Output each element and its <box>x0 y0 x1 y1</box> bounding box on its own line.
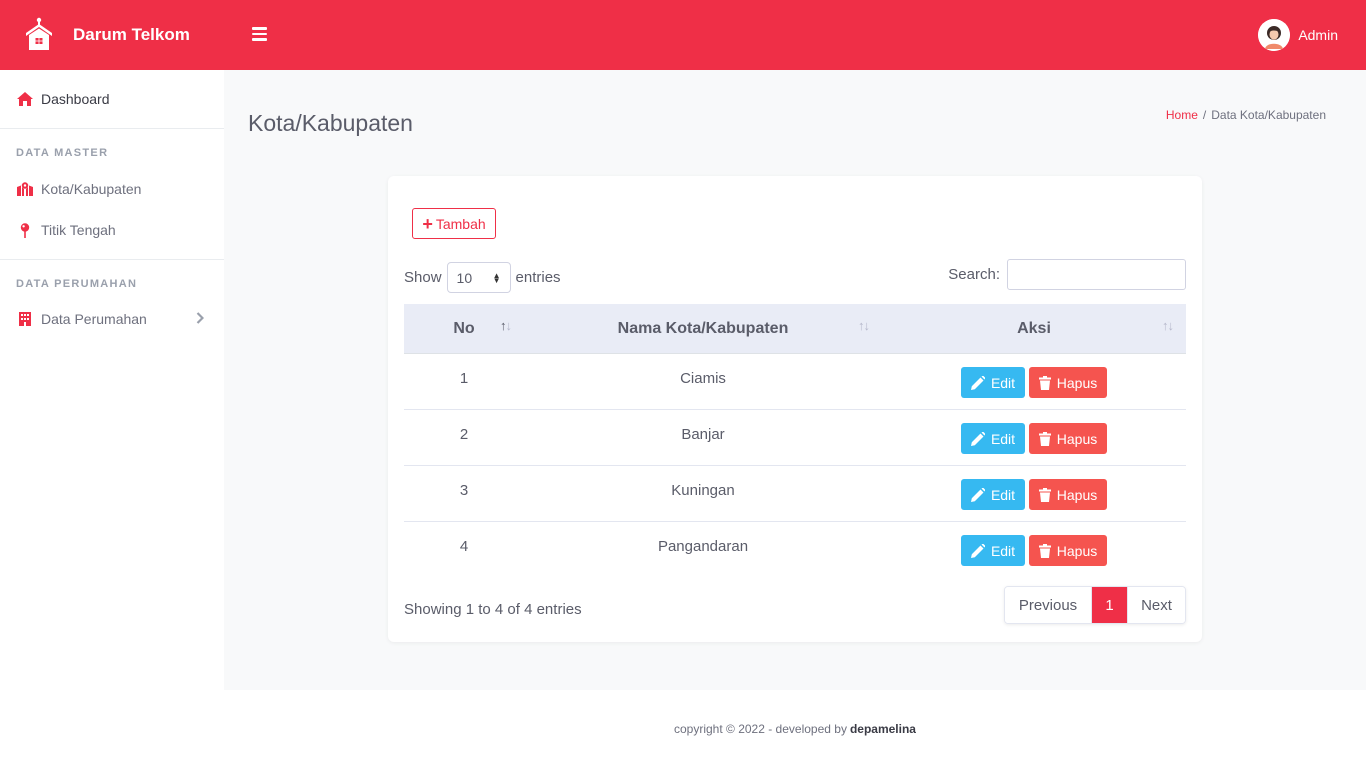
house-logo-icon <box>26 17 52 50</box>
trash-icon <box>1038 375 1051 390</box>
sidebar-toggle-button[interactable] <box>252 27 267 41</box>
sidebar-heading-master: DATA MASTER <box>16 147 109 159</box>
pencil-icon <box>970 543 985 558</box>
search-label: Search: <box>948 266 1000 283</box>
sidebar-item-label: Data Perumahan <box>41 311 147 327</box>
column-header-nama[interactable]: Nama Kota/Kabupaten ↑↓ <box>524 304 882 354</box>
delete-button[interactable]: Hapus <box>1029 479 1107 510</box>
cell-nama: Kuningan <box>671 482 735 499</box>
cell-nama: Pangandaran <box>657 538 749 555</box>
cell-aksi: Edit Hapus <box>882 522 1186 578</box>
footer-author: depamelina <box>849 722 916 736</box>
search-control: Search: <box>948 259 1186 290</box>
delete-button[interactable]: Hapus <box>1029 423 1107 454</box>
chevron-right-icon <box>196 312 204 324</box>
page-1-button[interactable]: 1 <box>1092 587 1127 623</box>
sidebar-item-data-perumahan[interactable]: Data Perumahan <box>0 299 224 339</box>
sidebar: Dashboard DATA MASTER Kota/Kabupaten Tit… <box>0 70 224 768</box>
column-header-no[interactable]: No ↑↓ <box>404 304 524 354</box>
hamburger-icon <box>252 27 267 30</box>
breadcrumb-separator: / <box>1202 108 1207 122</box>
sort-icon: ↑↓ <box>1162 318 1174 333</box>
data-card: + Tambah Show 10 ▲ ▼ entries Search: No ↑… <box>388 176 1202 642</box>
footer: copyright © 2022 - developed by depamelin… <box>224 690 1366 768</box>
pagination: Previous 1 Next <box>1004 586 1186 624</box>
building-icon <box>17 311 33 327</box>
sidebar-item-titik-tengah[interactable]: Titik Tengah <box>0 210 224 250</box>
page-length-select[interactable]: 10 ▲ ▼ <box>446 262 511 293</box>
breadcrumb-home-link[interactable]: Home <box>1166 108 1198 122</box>
sidebar-item-dashboard[interactable]: Dashboard <box>0 79 224 119</box>
delete-button[interactable]: Hapus <box>1029 535 1107 566</box>
previous-page-button[interactable]: Previous <box>1005 587 1092 623</box>
cell-nama: Banjar <box>681 426 725 443</box>
sidebar-divider <box>0 128 224 129</box>
add-button[interactable]: + Tambah <box>412 208 496 239</box>
top-navbar: Darum Telkom Admin <box>0 0 1366 70</box>
sort-icon: ↑↓ <box>858 318 870 333</box>
data-table: No ↑↓ Nama Kota/Kabupaten ↑↓ Aksi ↑↓ 1 C… <box>404 304 1186 578</box>
sidebar-heading-perumahan: DATA PERUMAHAN <box>16 278 138 290</box>
search-input[interactable] <box>1007 259 1186 290</box>
avatar <box>1258 19 1291 51</box>
plus-icon: + <box>422 213 433 234</box>
map-pin-icon <box>17 222 33 238</box>
edit-button[interactable]: Edit <box>961 423 1025 454</box>
select-arrows-icon: ▲ ▼ <box>492 270 501 285</box>
sidebar-item-kota-kabupaten[interactable]: Kota/Kabupaten <box>0 169 224 209</box>
sidebar-item-label: Titik Tengah <box>41 222 116 238</box>
trash-icon <box>1038 431 1051 446</box>
breadcrumb: Home / Data Kota/Kabupaten <box>1166 108 1326 122</box>
sort-asc-icon: ↑↓ <box>500 318 512 333</box>
show-label: Show <box>404 269 442 286</box>
cell-no: 4 <box>459 538 469 555</box>
cell-no: 2 <box>459 426 469 443</box>
pencil-icon <box>970 375 985 390</box>
brand[interactable]: Darum Telkom <box>24 16 190 54</box>
delete-button[interactable]: Hapus <box>1029 367 1107 398</box>
cell-aksi: Edit Hapus <box>882 410 1186 466</box>
footer-text: copyright © 2022 - developed by <box>674 722 847 736</box>
sidebar-divider <box>0 259 224 260</box>
page-title: Kota/Kabupaten <box>248 110 413 136</box>
page-length-value: 10 <box>456 269 473 286</box>
edit-button[interactable]: Edit <box>961 535 1025 566</box>
table-header: No ↑↓ Nama Kota/Kabupaten ↑↓ Aksi ↑↓ <box>404 304 1186 354</box>
cell-aksi: Edit Hapus <box>882 354 1186 410</box>
pencil-icon <box>970 487 985 502</box>
add-button-label: Tambah <box>435 215 486 232</box>
cell-no: 3 <box>459 482 469 499</box>
trash-icon <box>1038 487 1051 502</box>
cell-aksi: Edit Hapus <box>882 466 1186 522</box>
table-row: 3 Kuningan Edit Hapus <box>404 466 1186 522</box>
brand-name: Darum Telkom <box>73 25 190 44</box>
column-header-aksi[interactable]: Aksi ↑↓ <box>882 304 1186 354</box>
edit-button[interactable]: Edit <box>961 367 1025 398</box>
table-info: Showing 1 to 4 of 4 entries <box>404 601 582 618</box>
pencil-icon <box>970 431 985 446</box>
cell-no: 1 <box>459 370 469 387</box>
page-length-control: Show 10 ▲ ▼ entries <box>404 262 561 293</box>
trash-icon <box>1038 543 1051 558</box>
edit-button[interactable]: Edit <box>961 479 1025 510</box>
breadcrumb-current: Data Kota/Kabupaten <box>1211 108 1326 122</box>
table-row: 4 Pangandaran Edit Hapus <box>404 522 1186 578</box>
sidebar-item-label: Kota/Kabupaten <box>41 181 142 197</box>
home-icon <box>17 91 33 107</box>
cell-nama: Ciamis <box>680 370 726 387</box>
map-icon <box>17 181 33 197</box>
user-name: Admin <box>1298 27 1338 43</box>
entries-label: entries <box>515 269 561 286</box>
table-row: 1 Ciamis Edit Hapus <box>404 354 1186 410</box>
user-menu[interactable]: Admin <box>1258 19 1338 51</box>
sidebar-item-label: Dashboard <box>41 91 110 107</box>
table-row: 2 Banjar Edit Hapus <box>404 410 1186 466</box>
next-page-button[interactable]: Next <box>1127 587 1185 623</box>
